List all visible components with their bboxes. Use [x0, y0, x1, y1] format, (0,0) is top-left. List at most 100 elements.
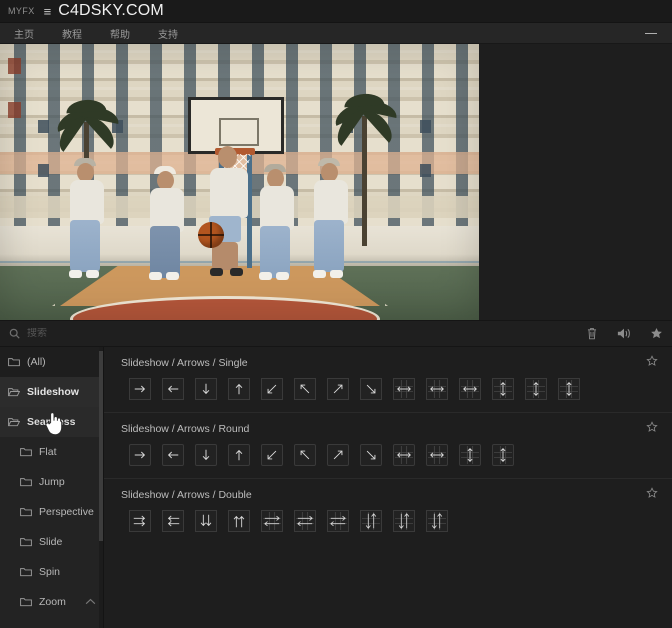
sidebar-item-label: Perspective: [39, 506, 94, 518]
preset-tile-double-arrow-v-cross-3[interactable]: [426, 510, 448, 532]
star-outline-icon[interactable]: [646, 420, 658, 438]
sidebar-item-seamless[interactable]: Seamless: [0, 407, 103, 437]
sidebar-scrollbar[interactable]: [99, 347, 103, 628]
sidebar-scrollbar-thumb[interactable]: [99, 351, 103, 541]
hamburger-icon[interactable]: ≡: [44, 5, 52, 18]
search-toolbar: [0, 320, 672, 347]
preset-tile-arrow-down[interactable]: [195, 444, 217, 466]
nav-help[interactable]: 帮助: [96, 23, 144, 43]
preset-tile-arrow-up[interactable]: [228, 378, 250, 400]
preset-tile-arrow-h-cross[interactable]: [393, 444, 415, 466]
star-outline-icon[interactable]: [646, 354, 658, 372]
folder-icon: [20, 537, 33, 548]
preset-tile-arrow-down-right[interactable]: [360, 378, 382, 400]
folder-icon: [20, 447, 33, 458]
preset-tile-arrow-h-cross-3[interactable]: [459, 378, 481, 400]
category-sidebar[interactable]: (All) Slideshow Seamless Flat Jump Persp…: [0, 347, 104, 628]
sidebar-item-label: Zoom: [39, 596, 66, 608]
sidebar-item-all[interactable]: (All): [0, 347, 103, 377]
group-header: Slideshow / Arrows / Single: [104, 347, 672, 378]
preset-tile-arrow-v-cross-2[interactable]: [525, 378, 547, 400]
preset-tile-arrow-left[interactable]: [162, 378, 184, 400]
toolbar-icon-group: [584, 321, 664, 346]
search-icon: [9, 328, 20, 339]
preset-tile-double-arrow-v-cross[interactable]: [360, 510, 382, 532]
group-title: Slideshow / Arrows / Single: [121, 356, 248, 369]
folder-icon: [20, 597, 33, 608]
preset-tile-row: [104, 510, 672, 544]
preview-vignette: [0, 44, 479, 320]
preset-tile-double-arrow-right[interactable]: [129, 510, 151, 532]
preset-tile-double-arrow-h-cross-3[interactable]: [327, 510, 349, 532]
group-title: Slideshow / Arrows / Round: [121, 422, 250, 435]
preset-tile-arrow-up-right[interactable]: [327, 378, 349, 400]
star-outline-icon[interactable]: [646, 486, 658, 504]
preset-tile-double-arrow-left[interactable]: [162, 510, 184, 532]
preset-group-round: Slideshow / Arrows / Round: [104, 412, 672, 478]
preset-tile-arrow-down-right[interactable]: [360, 444, 382, 466]
preset-tile-arrow-up-left[interactable]: [294, 378, 316, 400]
sidebar-item-spin[interactable]: Spin: [0, 557, 103, 587]
group-header: Slideshow / Arrows / Round: [104, 413, 672, 444]
preset-tile-arrow-up-left[interactable]: [294, 444, 316, 466]
preset-tile-row: [104, 378, 672, 412]
minimize-button[interactable]: [640, 23, 662, 43]
folder-icon: [20, 477, 33, 488]
group-title: Slideshow / Arrows / Double: [121, 488, 252, 501]
sidebar-item-slide[interactable]: Slide: [0, 527, 103, 557]
sound-icon[interactable]: [616, 326, 632, 342]
preview-scene: [0, 44, 479, 320]
folder-open-icon: [8, 387, 21, 398]
nav-home[interactable]: 主页: [0, 23, 48, 43]
nav-bar: 主页 教程 帮助 支持: [0, 23, 672, 44]
folder-icon: [8, 357, 21, 368]
brand-title: C4DSKY.COM: [58, 2, 164, 19]
sidebar-item-zoom[interactable]: Zoom: [0, 587, 103, 617]
search-input[interactable]: [27, 328, 287, 339]
preset-tile-arrow-v-cross-3[interactable]: [558, 378, 580, 400]
sidebar-item-flat[interactable]: Flat: [0, 437, 103, 467]
star-icon[interactable]: [648, 326, 664, 342]
sidebar-item-slideshow[interactable]: Slideshow: [0, 377, 103, 407]
preset-tile-double-arrow-h-cross[interactable]: [261, 510, 283, 532]
preset-tile-double-arrow-up[interactable]: [228, 510, 250, 532]
preset-tile-arrow-down-left[interactable]: [261, 378, 283, 400]
preset-group-double: Slideshow / Arrows / Double: [104, 478, 672, 544]
preset-tile-arrow-right[interactable]: [129, 444, 151, 466]
sidebar-item-label: Jump: [39, 476, 65, 488]
preset-tile-arrow-up[interactable]: [228, 444, 250, 466]
preset-content-panel: Slideshow / Arrows / Single Slideshow / …: [104, 347, 672, 628]
preset-group-single: Slideshow / Arrows / Single: [104, 347, 672, 412]
minimize-icon: [645, 32, 657, 34]
preset-tile-arrow-v-cross[interactable]: [459, 444, 481, 466]
sidebar-item-jump[interactable]: Jump: [0, 467, 103, 497]
preset-tile-arrow-h-cross-2[interactable]: [426, 378, 448, 400]
preset-tile-row: [104, 444, 672, 478]
folder-icon: [20, 507, 33, 518]
preset-tile-arrow-down[interactable]: [195, 378, 217, 400]
nav-support[interactable]: 支持: [144, 23, 192, 43]
preset-tile-arrow-right[interactable]: [129, 378, 151, 400]
preset-tile-arrow-v-cross[interactable]: [492, 378, 514, 400]
preview-video[interactable]: [0, 44, 479, 320]
preset-tile-double-arrow-v-cross-2[interactable]: [393, 510, 415, 532]
preset-tile-arrow-up-right[interactable]: [327, 444, 349, 466]
sidebar-item-label: Seamless: [27, 416, 76, 428]
sidebar-item-label: (All): [27, 356, 46, 368]
sidebar-item-perspective[interactable]: Perspective: [0, 497, 103, 527]
main-body: (All) Slideshow Seamless Flat Jump Persp…: [0, 347, 672, 628]
folder-open-icon: [8, 417, 21, 428]
preset-tile-arrow-h-cross-2[interactable]: [426, 444, 448, 466]
preset-tile-arrow-h-cross[interactable]: [393, 378, 415, 400]
preset-tile-arrow-down-left[interactable]: [261, 444, 283, 466]
preset-tile-arrow-left[interactable]: [162, 444, 184, 466]
preset-tile-double-arrow-down[interactable]: [195, 510, 217, 532]
preset-tile-arrow-v-cross-2[interactable]: [492, 444, 514, 466]
nav-tutorials[interactable]: 教程: [48, 23, 96, 43]
trash-icon[interactable]: [584, 326, 600, 342]
group-header: Slideshow / Arrows / Double: [104, 479, 672, 510]
sidebar-item-label: Slide: [39, 536, 63, 548]
preset-tile-double-arrow-h-cross-2[interactable]: [294, 510, 316, 532]
chevron-up-icon[interactable]: [85, 596, 96, 608]
sidebar-item-label: Flat: [39, 446, 57, 458]
